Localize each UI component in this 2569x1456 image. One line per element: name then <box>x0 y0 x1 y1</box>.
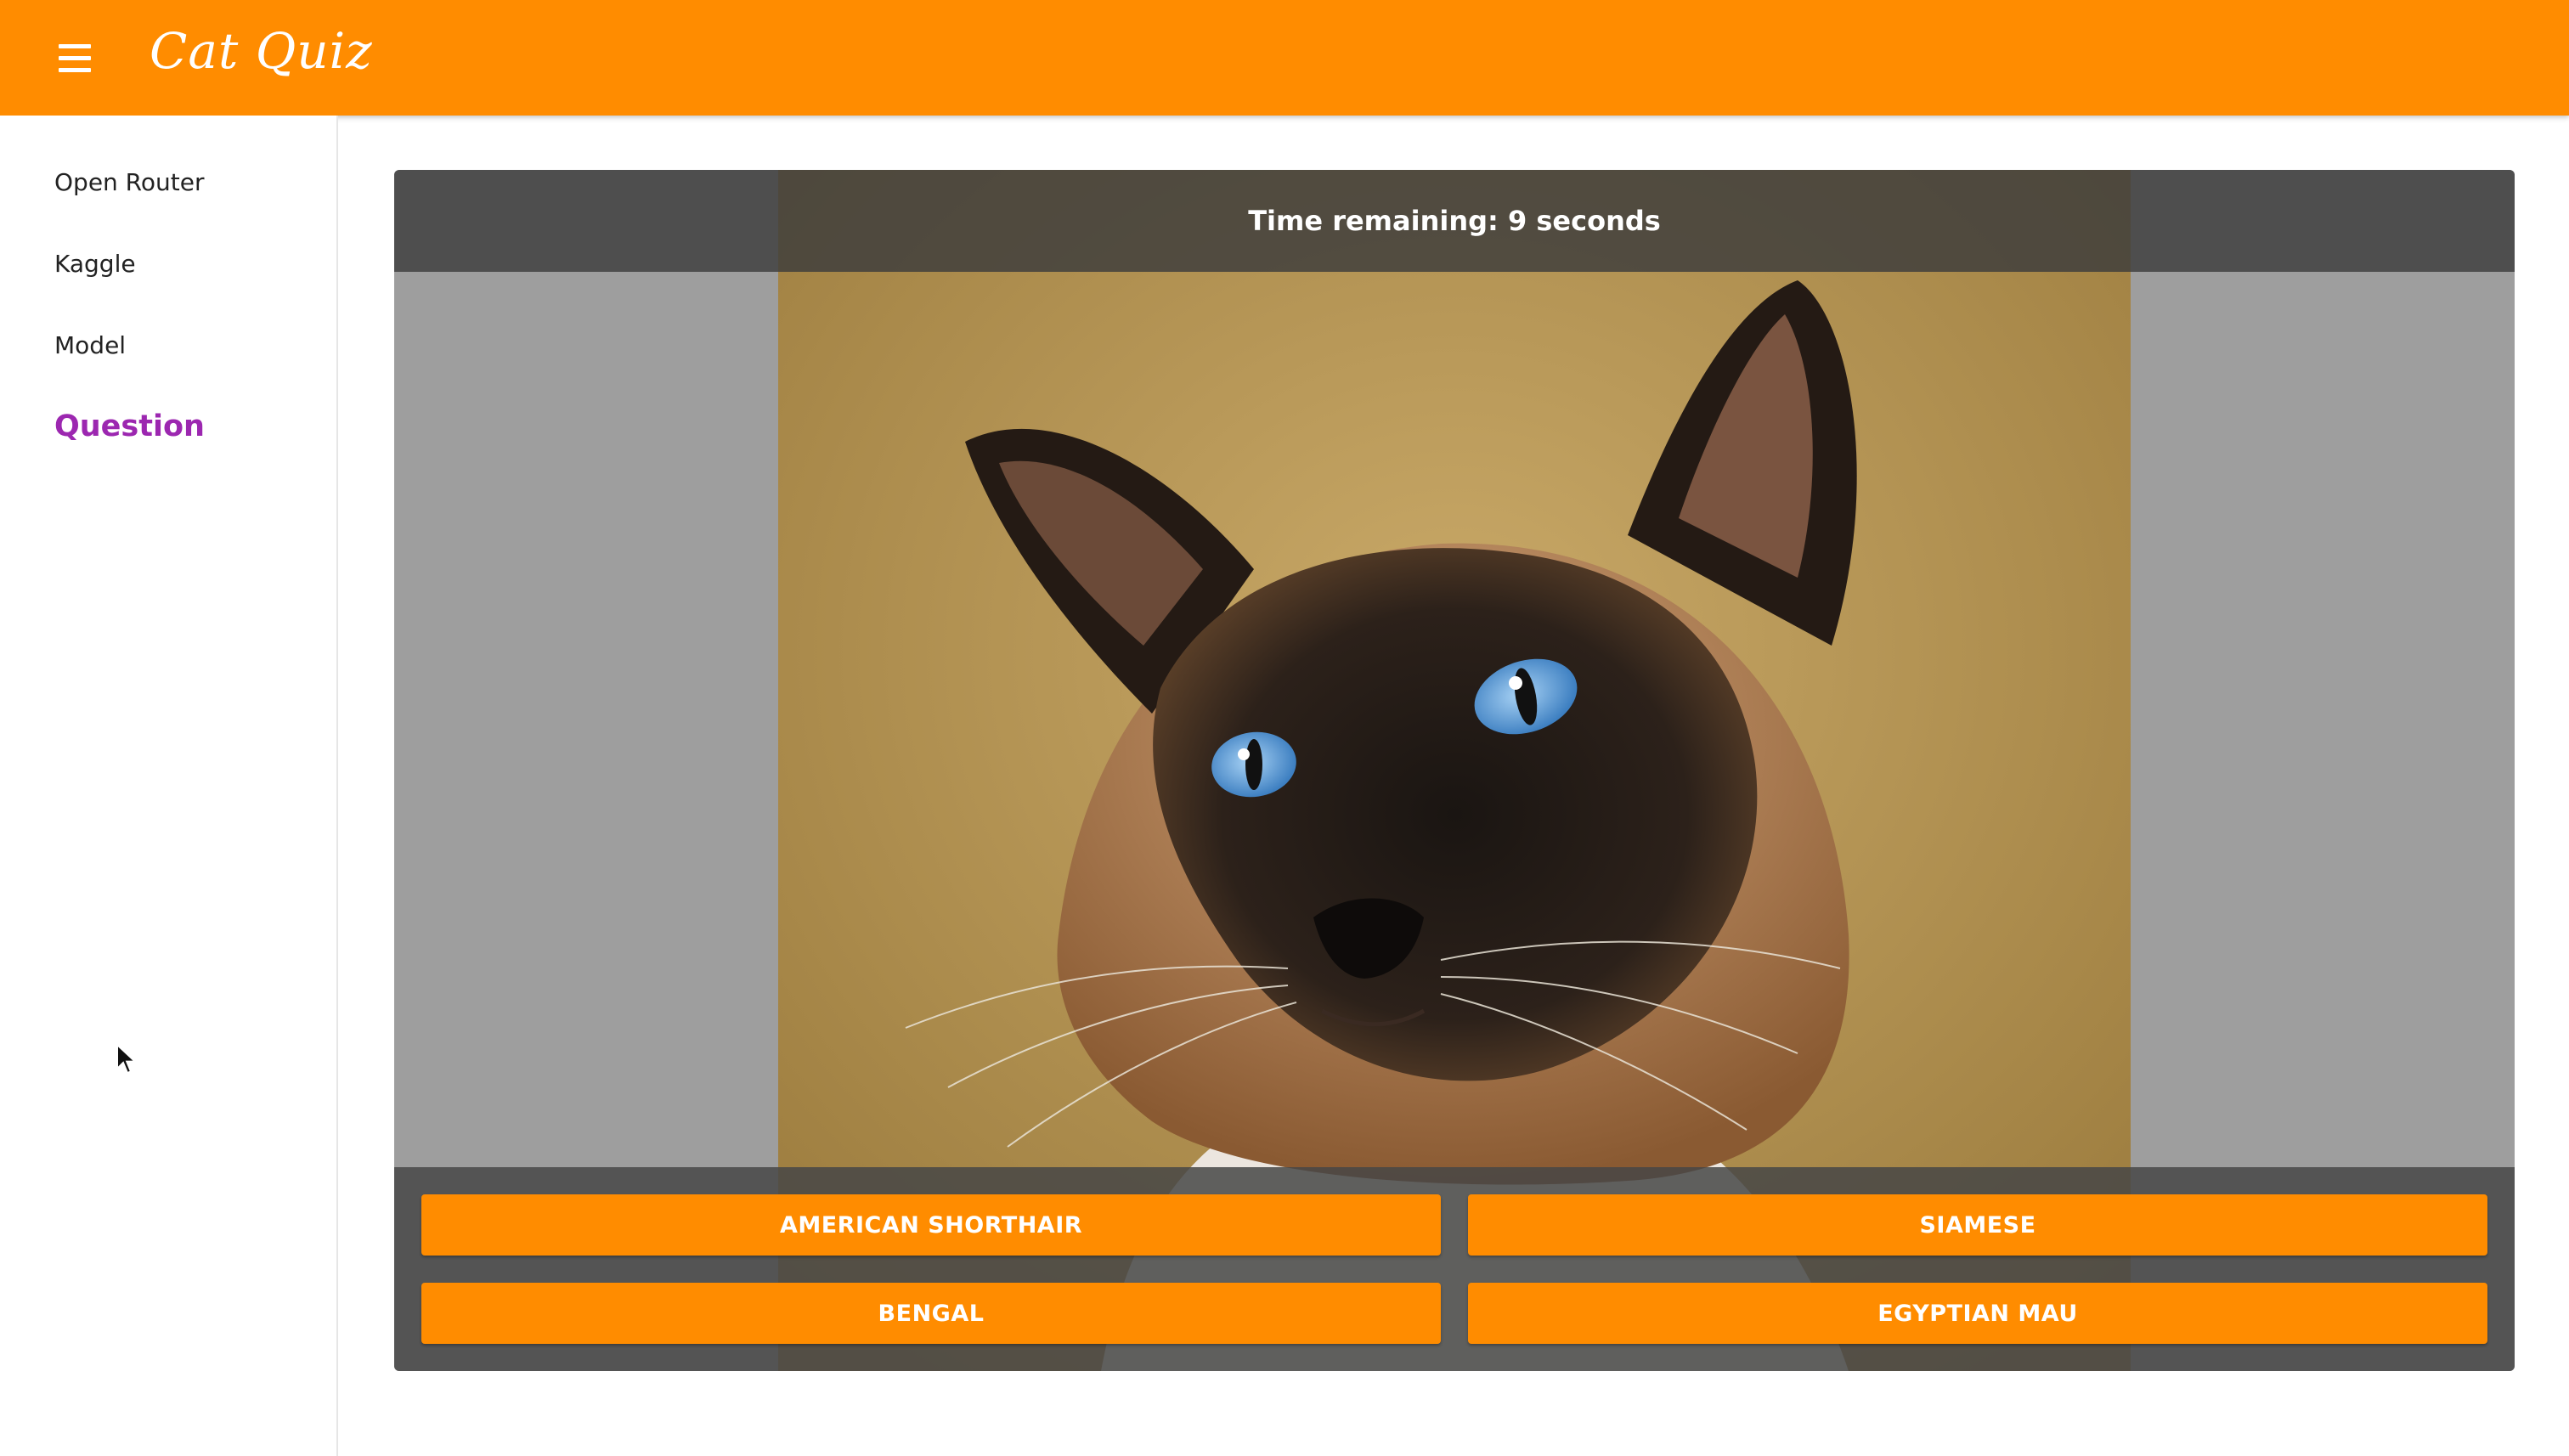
app-bar: Cat Quiz <box>0 0 2569 116</box>
timer-text: Time remaining: 9 seconds <box>1248 205 1661 237</box>
sidebar-item-model[interactable]: Model <box>54 331 126 359</box>
answer-button-siamese[interactable]: SIAMESE <box>1468 1194 2487 1256</box>
sidebar-item-question[interactable]: Question <box>54 409 205 443</box>
quiz-card: Time remaining: 9 seconds AMERICAN SHORT… <box>394 170 2515 1371</box>
answer-button-american-shorthair[interactable]: AMERICAN SHORTHAIR <box>421 1194 1441 1256</box>
sidebar: Open Router Kaggle Model Question <box>0 116 338 1456</box>
mouse-pointer-icon <box>116 1043 138 1075</box>
hamburger-menu-icon[interactable] <box>51 37 99 78</box>
app-title: Cat Quiz <box>150 22 373 80</box>
timer-bar: Time remaining: 9 seconds <box>394 170 2515 272</box>
answer-panel: AMERICAN SHORTHAIR SIAMESE BENGAL EGYPTI… <box>394 1167 2515 1371</box>
answer-button-egyptian-mau[interactable]: EGYPTIAN MAU <box>1468 1283 2487 1344</box>
sidebar-item-kaggle[interactable]: Kaggle <box>54 250 136 278</box>
answer-button-bengal[interactable]: BENGAL <box>421 1283 1441 1344</box>
sidebar-item-open-router[interactable]: Open Router <box>54 168 204 196</box>
